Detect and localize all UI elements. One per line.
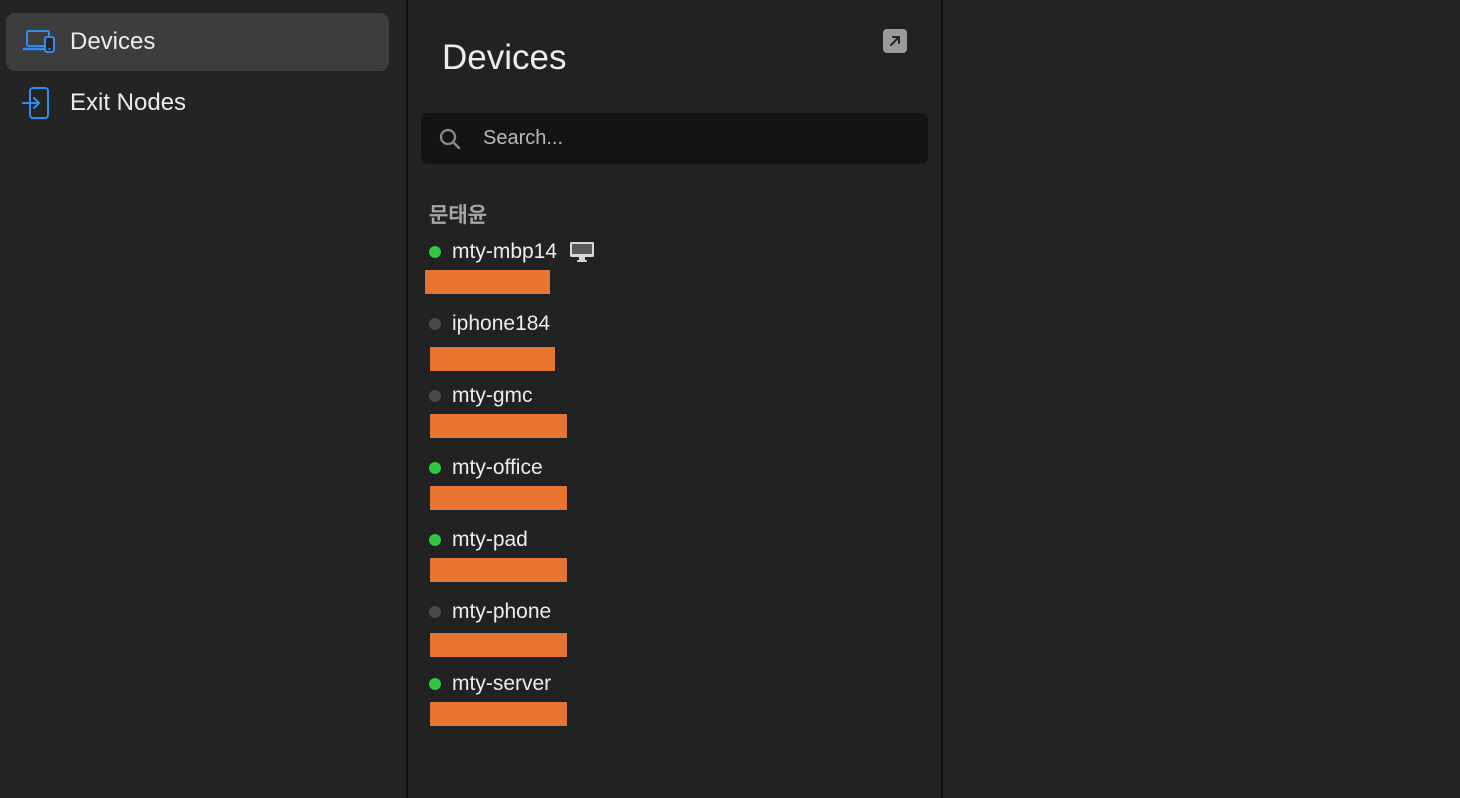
device-detail-pane	[943, 0, 1460, 798]
device-name: mty-server	[452, 672, 552, 695]
redacted-address	[430, 347, 555, 371]
search-icon	[439, 128, 461, 149]
redacted-address	[430, 486, 567, 510]
device-name: iphone184	[452, 312, 551, 335]
device-name: mty-gmc	[452, 384, 533, 407]
device-row[interactable]: mty-gmc	[428, 383, 728, 447]
app-window: Devices Exit Nodes Devices Search... 문태윤…	[0, 0, 1460, 798]
sidebar-item-label: Exit Nodes	[70, 89, 187, 116]
open-external-button[interactable]	[883, 29, 907, 53]
device-row[interactable]: iphone184	[428, 311, 728, 375]
redacted-address	[425, 270, 550, 294]
redacted-address	[430, 702, 567, 726]
search-input[interactable]	[481, 126, 905, 151]
device-name: mty-mbp14	[452, 240, 558, 263]
sidebar: Devices Exit Nodes	[0, 0, 406, 798]
redacted-address	[430, 558, 567, 582]
offline-status-dot	[429, 390, 441, 402]
device-row[interactable]: mty-mbp14	[425, 239, 728, 303]
online-status-dot	[429, 534, 441, 546]
online-status-dot	[429, 462, 441, 474]
sidebar-item-label: Devices	[70, 28, 156, 55]
owner-group-label: 문태윤	[429, 203, 487, 227]
device-list-pane: Devices 문태윤 mty-mbp14	[408, 0, 941, 798]
device-row[interactable]: mty-phone	[428, 599, 728, 663]
device-name: mty-pad	[452, 528, 528, 551]
sidebar-item-exit-nodes[interactable]: Exit Nodes	[6, 74, 389, 132]
redacted-address	[430, 633, 567, 657]
exit-nodes-icon	[22, 86, 58, 120]
online-status-dot	[429, 678, 441, 690]
device-row[interactable]: mty-server	[428, 671, 728, 735]
offline-status-dot	[429, 606, 441, 618]
arrow-up-right-icon	[890, 36, 900, 46]
page-title: Devices	[442, 38, 567, 77]
redacted-address	[430, 414, 567, 438]
devices-icon	[22, 25, 58, 59]
desktop-icon	[569, 241, 595, 263]
device-row[interactable]: mty-office	[428, 455, 728, 519]
sidebar-item-devices[interactable]: Devices	[6, 13, 389, 71]
device-name: mty-phone	[452, 600, 552, 623]
device-name: mty-office	[452, 456, 543, 479]
online-status-dot	[429, 246, 441, 258]
search-bar[interactable]	[421, 113, 928, 164]
offline-status-dot	[429, 318, 441, 330]
device-row[interactable]: mty-pad	[428, 527, 728, 591]
